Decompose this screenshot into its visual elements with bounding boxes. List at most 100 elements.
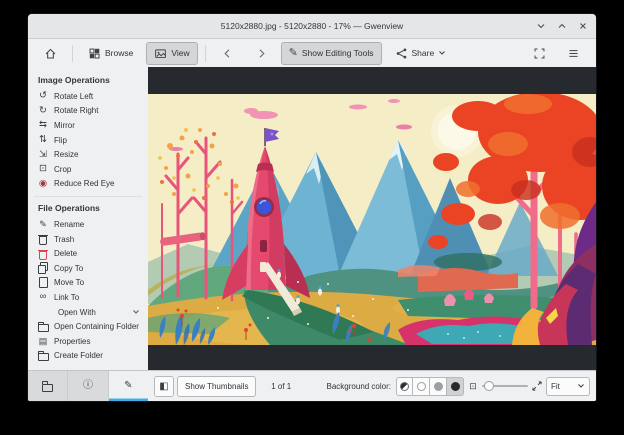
sidebar-item-crop[interactable]: Crop	[28, 162, 148, 177]
browse-grid-icon	[89, 48, 100, 59]
resize-icon	[37, 149, 49, 161]
sidebar-item-open-with[interactable]: Open With	[28, 305, 148, 320]
share-button[interactable]: Share	[387, 42, 455, 65]
rotate-right-icon	[37, 105, 49, 117]
sidebar-item-delete[interactable]: Delete	[28, 246, 148, 261]
rotate-left-icon	[37, 90, 49, 102]
sidebar-item-mirror[interactable]: Mirror	[28, 118, 148, 133]
bottom-row: ◧ Show Thumbnails 1 of 1 Background colo…	[28, 370, 596, 401]
sidebar-item-rename[interactable]: Rename	[28, 217, 148, 232]
tab-editing-tools[interactable]	[107, 371, 148, 401]
item-label: Open Containing Folder	[54, 322, 139, 332]
background-gray-swatch[interactable]	[430, 376, 447, 396]
item-label: Trash	[54, 234, 75, 244]
zoom-slider-handle[interactable]	[484, 381, 494, 391]
main-area: Image Operations Rotate Left Rotate Righ…	[28, 67, 596, 370]
title-bar[interactable]: 5120x2880.jpg - 5120x2880 - 17% — Gwenvi…	[28, 14, 596, 39]
maximize-icon	[558, 23, 566, 28]
sidebar-item-reduce-red-eye[interactable]: Reduce Red Eye	[28, 177, 148, 192]
chevron-down-icon	[578, 384, 584, 388]
zoom-mode-dropdown[interactable]: Fit	[546, 376, 590, 396]
window-title: 5120x2880.jpg - 5120x2880 - 17% — Gwenvi…	[220, 21, 404, 31]
forward-button[interactable]	[247, 42, 276, 65]
menu-button[interactable]	[559, 42, 588, 65]
sidebar-item-link-to[interactable]: Link To	[28, 290, 148, 305]
back-button[interactable]	[213, 42, 242, 65]
zoom-slider[interactable]	[482, 378, 528, 394]
item-label: Crop	[54, 164, 72, 174]
background-auto-icon	[400, 381, 409, 391]
background-auto-swatch[interactable]	[396, 376, 413, 396]
red-eye-icon	[37, 178, 49, 190]
item-label: Rotate Left	[54, 91, 94, 101]
main-toolbar: Browse View ✎ Show Editing Tools Share	[28, 39, 596, 67]
background-black-icon	[450, 381, 460, 391]
share-icon	[396, 48, 406, 58]
maximize-button[interactable]	[556, 20, 568, 32]
delete-icon	[37, 248, 49, 260]
sidebar-item-properties[interactable]: Properties	[28, 334, 148, 349]
window-controls	[535, 14, 589, 38]
section-title-image-operations: Image Operations	[38, 75, 110, 85]
background-color-group	[396, 376, 464, 396]
minimize-button[interactable]	[535, 20, 547, 32]
sidebar-item-copy-to[interactable]: Copy To	[28, 261, 148, 276]
item-label: Rotate Right	[54, 106, 99, 116]
show-thumbnails-button[interactable]: Show Thumbnails	[177, 375, 257, 397]
background-white-icon	[416, 381, 426, 391]
trash-icon	[37, 233, 49, 245]
sidebar-tab-bar	[28, 371, 148, 401]
item-label: Open With	[58, 307, 96, 317]
sidebar-item-rotate-right[interactable]: Rotate Right	[28, 104, 148, 119]
crop-icon	[37, 163, 49, 175]
sidebar-item-trash[interactable]: Trash	[28, 232, 148, 247]
sidebar-item-rotate-left[interactable]: Rotate Left	[28, 89, 148, 104]
zoom-full-icon[interactable]	[531, 380, 543, 392]
background-gray-icon	[433, 381, 443, 391]
sidebar-item-resize[interactable]: Resize	[28, 147, 148, 162]
sidebar-item-flip[interactable]: Flip	[28, 133, 148, 148]
thumbnail-panel-icon: ◧	[159, 380, 169, 392]
folder-new-icon	[37, 350, 49, 362]
share-label: Share	[411, 48, 435, 58]
view-button[interactable]: View	[146, 41, 198, 65]
image-view[interactable]	[148, 67, 596, 370]
item-label: Create Folder	[54, 351, 103, 361]
chevron-down-icon	[132, 308, 140, 316]
item-label: Properties	[54, 336, 91, 346]
background-black-swatch[interactable]	[447, 376, 464, 396]
image-counter: 1 of 1	[271, 381, 292, 391]
fullscreen-button[interactable]	[525, 42, 554, 65]
background-color-label: Background color:	[326, 381, 391, 391]
thumbnail-bar-toggle-button[interactable]: ◧	[154, 375, 174, 397]
toolbar-separator	[204, 44, 206, 62]
hamburger-menu-icon	[569, 49, 578, 57]
zoom-mode-value: Fit	[551, 381, 560, 391]
folder-open-icon	[37, 321, 49, 333]
tab-information[interactable]	[67, 371, 107, 401]
background-white-swatch[interactable]	[413, 376, 430, 396]
zoom-fit-icon[interactable]: ⊡	[467, 381, 479, 392]
tab-folders[interactable]	[28, 371, 67, 401]
minimize-icon	[537, 24, 545, 29]
document-icon	[37, 335, 49, 347]
sidebar-item-create-folder[interactable]: Create Folder	[28, 349, 148, 364]
home-button[interactable]	[36, 42, 65, 65]
item-label: Reduce Red Eye	[54, 179, 115, 189]
flip-icon	[37, 134, 49, 146]
browse-button[interactable]: Browse	[80, 42, 141, 65]
item-label: Move To	[54, 278, 85, 288]
pencil-icon: ✎	[288, 46, 298, 59]
chevron-down-icon	[439, 51, 446, 55]
item-label: Copy To	[54, 263, 84, 273]
operations-panel: Image Operations Rotate Left Rotate Righ…	[28, 67, 148, 370]
toolbar-separator	[72, 44, 73, 62]
move-icon	[37, 277, 49, 289]
item-label: Delete	[54, 249, 78, 259]
close-button[interactable]	[577, 20, 589, 32]
sidebar-item-open-containing-folder[interactable]: Open Containing Folder	[28, 319, 148, 334]
show-editing-tools-button[interactable]: ✎ Show Editing Tools	[280, 41, 382, 65]
sidebar-item-move-to[interactable]: Move To	[28, 276, 148, 291]
item-label: Rename	[54, 219, 85, 229]
home-icon	[45, 48, 56, 58]
